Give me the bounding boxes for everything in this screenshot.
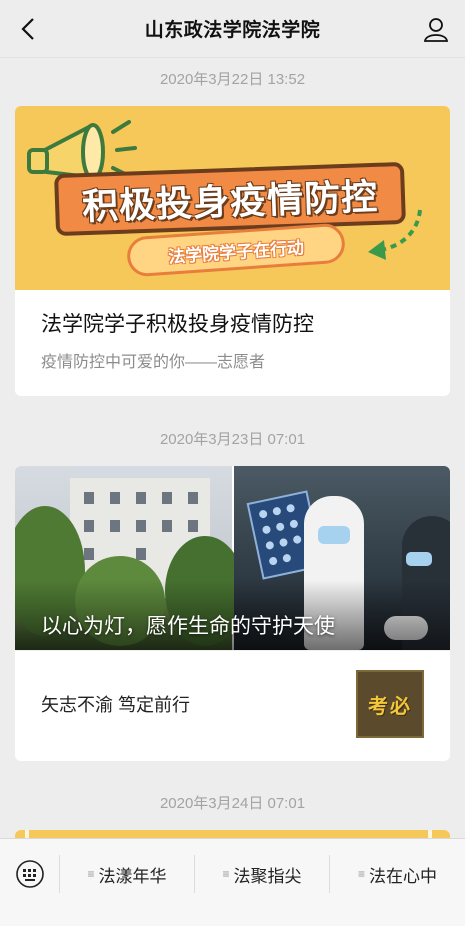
article-cover-image[interactable]: 积极投身疫情防控 法学院学子在行动 [15, 106, 450, 290]
menu-button-3[interactable]: ≡ 法在心中 [330, 839, 465, 909]
article-headline[interactable]: 法学院学子积极投身疫情防控 [41, 310, 424, 340]
thumbnail-text: 考必 [368, 695, 412, 718]
top-bar: 山东政法学院法学院 [0, 0, 465, 58]
menu-label: 法在心中 [369, 866, 437, 886]
menu-button-2[interactable]: ≡ 法聚指尖 [195, 839, 329, 909]
menu-lines-icon: ≡ [87, 867, 95, 881]
cover-banner: 积极投身疫情防控 [54, 161, 406, 237]
menu-button-1[interactable]: ≡ 法漾年华 [60, 839, 194, 909]
keyboard-icon [16, 860, 44, 888]
timestamp: 2020年3月24日 07:01 [159, 795, 306, 812]
article-card[interactable]: 以心为灯，愿作生命的守护天使 矢志不渝 笃定前行 考必 [15, 466, 450, 761]
keyboard-toggle-button[interactable] [0, 839, 60, 909]
cover-title[interactable]: 以心为灯，愿作生命的守护天使 [41, 610, 335, 640]
bottom-menu-bar: ≡ 法漾年华 ≡ 法聚指尖 ≡ 法在心中 [0, 838, 465, 926]
timestamp: 2020年3月22日 13:52 [159, 71, 306, 88]
list-item-thumbnail[interactable]: 考必 [356, 670, 424, 738]
profile-button[interactable] [421, 14, 451, 44]
list-item[interactable]: 矢志不渝 笃定前行 考必 [15, 650, 450, 761]
menu-label: 法聚指尖 [233, 866, 302, 886]
page-title: 山东政法学院法学院 [144, 20, 321, 41]
cover-pill-text: 法学院学子在行动 [167, 237, 305, 267]
article-cover-image[interactable]: 以心为灯，愿作生命的守护天使 [15, 466, 450, 650]
back-button[interactable] [14, 14, 42, 44]
article-subtitle: 疫情防控中可爱的你——志愿者 [41, 354, 266, 371]
timestamp: 2020年3月23日 07:01 [159, 431, 306, 448]
chevron-left-icon [21, 18, 34, 40]
cover-banner-text: 积极投身疫情防控 [81, 176, 379, 229]
menu-lines-icon: ≡ [222, 867, 230, 881]
message-feed[interactable]: 2020年3月22日 13:52 积极投身疫情防控 法学院学子在行动 法学院学子… [0, 58, 465, 838]
arrow-icon [368, 209, 422, 260]
article-cover-image[interactable] [15, 830, 450, 838]
article-card[interactable]: 积极投身疫情防控 法学院学子在行动 法学院学子积极投身疫情防控 疫情防控中可爱的… [15, 106, 450, 396]
list-item-title[interactable]: 矢志不渝 笃定前行 [41, 691, 190, 717]
user-icon [423, 18, 449, 42]
menu-lines-icon: ≡ [357, 867, 365, 881]
article-card[interactable] [15, 830, 450, 838]
menu-label: 法漾年华 [98, 866, 167, 886]
